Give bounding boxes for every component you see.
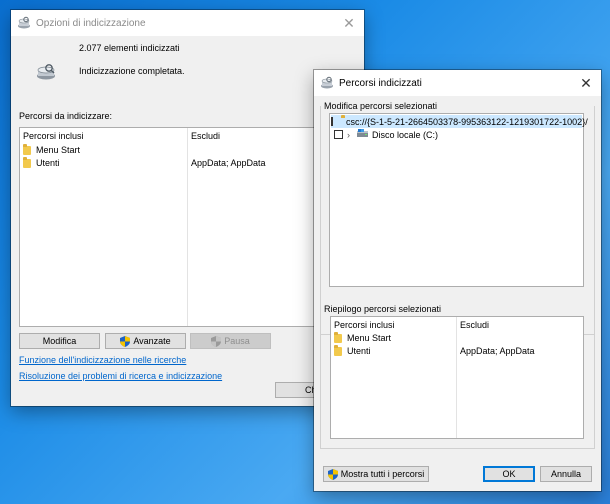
window-title: Opzioni di indicizzazione (36, 17, 146, 29)
close-icon[interactable]: ✕ (571, 70, 601, 96)
ok-button[interactable]: OK (483, 466, 535, 482)
summary-label: Riepilogo percorsi selezionati (324, 304, 445, 314)
pause-button[interactable]: Pausa (190, 333, 271, 349)
items-indexed-count: 2.077 elementi indicizzati (79, 43, 180, 53)
locations-label: Percorsi da indicizzare: (19, 111, 113, 121)
tree-item-checkbox[interactable] (331, 117, 333, 126)
list-item-name: Menu Start (347, 333, 392, 343)
window-title: Percorsi indicizzati (339, 77, 422, 89)
modify-locations-label: Modifica percorsi selezionati (324, 101, 441, 111)
column-header-excluded[interactable]: Escludi (191, 131, 220, 141)
list-item-name: Menu Start (36, 145, 81, 155)
indexing-icon (17, 16, 31, 30)
advanced-button-label: Avanzate (133, 336, 171, 346)
list-item[interactable]: Menu Start (334, 331, 392, 344)
list-item[interactable]: Menu Start (23, 143, 81, 156)
show-all-locations-button[interactable]: Mostra tutti i percorsi (323, 466, 429, 482)
indexed-locations-window: Percorsi indicizzati ✕ Modifica percorsi… (314, 70, 601, 491)
cancel-button[interactable]: Annulla (540, 466, 592, 482)
troubleshoot-link[interactable]: Risoluzione dei problemi di ricerca e in… (19, 371, 222, 381)
list-item-name: Utenti (36, 158, 60, 168)
tree-item-checkbox[interactable] (334, 130, 343, 139)
folder-icon (23, 156, 31, 168)
list-item[interactable]: Utenti (334, 344, 371, 357)
tree-item[interactable]: csc://{S-1-5-21-2664503378-995363122-121… (331, 115, 588, 128)
shield-icon (211, 335, 222, 347)
indexing-status-text: Indicizzazione completata. (79, 66, 185, 76)
modify-button-label: Modifica (42, 336, 77, 346)
pause-button-label: Pausa (224, 336, 250, 346)
advanced-button[interactable]: Avanzate (105, 333, 186, 349)
show-all-button-label: Mostra tutti i percorsi (340, 469, 425, 479)
list-item[interactable]: Utenti (23, 156, 60, 169)
drive-icon (357, 129, 368, 140)
list-item-name: Utenti (347, 346, 371, 356)
list-item-excluded: AppData; AppData (191, 158, 266, 168)
column-header-included[interactable]: Percorsi inclusi (334, 320, 395, 330)
search-function-link[interactable]: Funzione dell'indicizzazione nelle ricer… (19, 355, 186, 365)
shield-icon (327, 468, 338, 480)
indexing-options-window: Opzioni di indicizzazione ✕ 2.077 elemen… (11, 10, 365, 406)
cancel-button-label: Annulla (550, 469, 582, 479)
indexed-locations-list[interactable]: Percorsi inclusi Escludi Menu Start Uten… (19, 127, 357, 327)
column-separator (456, 317, 457, 438)
tree-item[interactable]: › Disco locale (C:) (331, 128, 582, 141)
indexing-icon (320, 76, 334, 90)
chevron-right-icon[interactable]: › (347, 130, 355, 140)
title-bar[interactable]: Opzioni di indicizzazione ✕ (11, 10, 364, 36)
title-bar[interactable]: Percorsi indicizzati ✕ (314, 70, 601, 96)
tree-item-label: csc://{S-1-5-21-2664503378-995363122-121… (346, 116, 588, 127)
indexing-status-icon (35, 63, 57, 83)
list-item-excluded: AppData; AppData (460, 346, 535, 356)
close-icon[interactable]: ✕ (334, 10, 364, 36)
folder-icon (334, 331, 342, 343)
column-separator (187, 128, 188, 326)
location-tree[interactable]: csc://{S-1-5-21-2664503378-995363122-121… (329, 113, 588, 287)
column-header-included[interactable]: Percorsi inclusi (23, 131, 84, 141)
summary-list[interactable]: Percorsi inclusi Escludi Menu Start Uten… (330, 316, 584, 439)
ok-button-label: OK (502, 469, 516, 479)
tree-item-label: Disco locale (C:) (372, 129, 439, 140)
folder-icon (334, 344, 342, 356)
folder-icon (23, 143, 31, 155)
shield-icon (120, 335, 131, 347)
modify-button[interactable]: Modifica (19, 333, 100, 349)
column-header-excluded[interactable]: Escludi (460, 320, 489, 330)
